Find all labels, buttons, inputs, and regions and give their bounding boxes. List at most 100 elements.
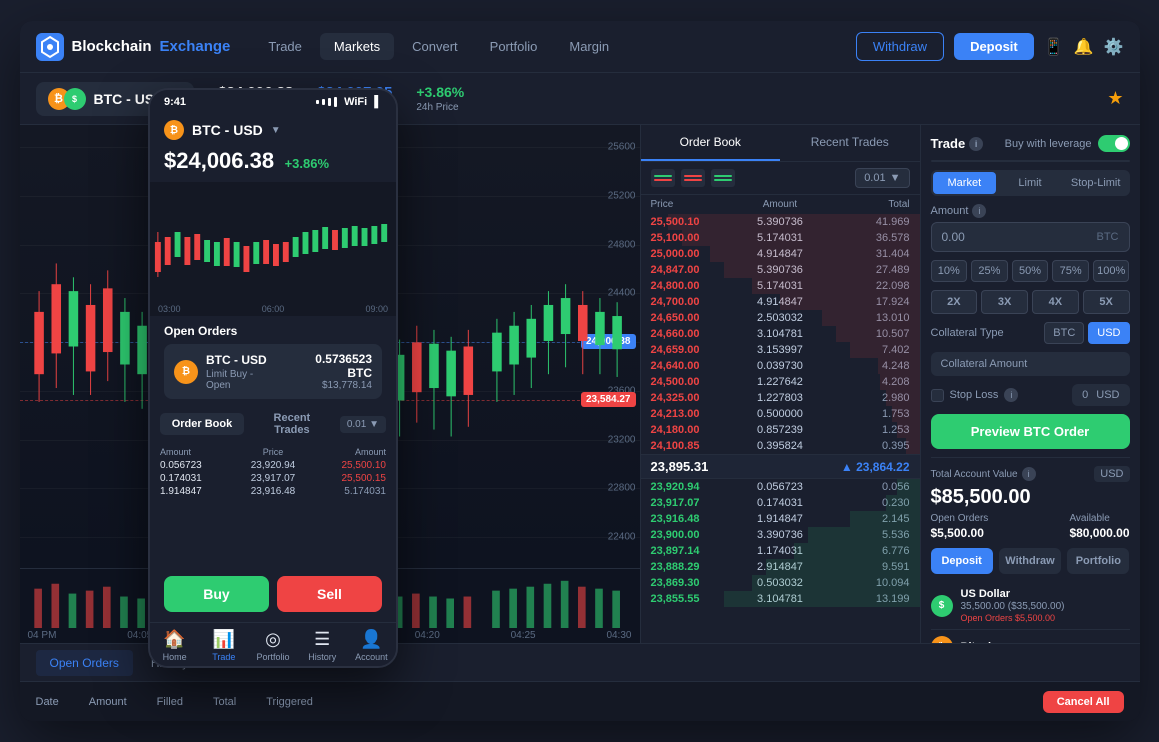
ask-row-7[interactable]: 24,650.00 2.503032 13.010: [641, 310, 920, 326]
bid-row-3[interactable]: 23,916.48 1.914847 2.145: [641, 511, 920, 527]
mobile-ob-header: Amount Price Amount: [160, 445, 386, 459]
account-label: Total Account Value: [931, 469, 1018, 480]
ob-rows: 25,500.10 5.390736 41.969 25,100.00 5.17…: [641, 214, 920, 643]
ask-row-14[interactable]: 24,180.00 0.857239 1.253: [641, 422, 920, 438]
preview-order-button[interactable]: Preview BTC Order: [931, 414, 1130, 449]
ask-row-4[interactable]: 24,847.00 5.390736 27.489: [641, 262, 920, 278]
stop-loss-value-box[interactable]: 0 USD: [1072, 384, 1129, 406]
settings-icon[interactable]: ⚙️: [1104, 37, 1124, 57]
pct-10[interactable]: 10%: [931, 260, 968, 282]
pct-100[interactable]: 100%: [1093, 260, 1130, 282]
nav-convert[interactable]: Convert: [398, 33, 472, 60]
filter-both[interactable]: [651, 169, 675, 187]
filter-buy[interactable]: [711, 169, 735, 187]
ask-row-15[interactable]: 24,100.85 0.395824 0.395: [641, 438, 920, 454]
tab-open-orders[interactable]: Open Orders: [36, 650, 133, 676]
stop-loss-checkbox[interactable]: [931, 389, 944, 402]
ask-row-5[interactable]: 24,800.00 5.174031 22.098: [641, 278, 920, 294]
ask-row-2[interactable]: 25,100.00 5.174031 36.578: [641, 230, 920, 246]
tab-recent-trades[interactable]: Recent Trades: [780, 125, 920, 161]
nav-trade[interactable]: Trade: [254, 33, 315, 60]
pct-25[interactable]: 25%: [971, 260, 1008, 282]
leverage-switch[interactable]: [1098, 135, 1130, 152]
mobile-nav-portfolio[interactable]: ◎ Portfolio: [248, 629, 297, 662]
ask-row-12[interactable]: 24,325.00 1.227803 2.980: [641, 390, 920, 406]
ob-col-amount: Amount: [737, 199, 823, 210]
filter-sell[interactable]: [681, 169, 705, 187]
collateral-label: Collateral Type: [931, 327, 1004, 339]
order-type-limit[interactable]: Limit: [998, 172, 1062, 194]
favorite-icon[interactable]: ★: [1107, 88, 1123, 109]
bid-row-7[interactable]: 23,869.30 0.503032 10.094: [641, 575, 920, 591]
buy-tab[interactable]: Buy: [932, 161, 1031, 162]
col-filled: Filled: [157, 696, 183, 708]
portfolio-action-btn[interactable]: Portfolio: [1067, 548, 1129, 574]
asset-btc-row: ₿ Bitcoin: [931, 630, 1130, 643]
nav-portfolio[interactable]: Portfolio: [476, 33, 552, 60]
mobile-nav-history[interactable]: ☰ History: [298, 629, 347, 662]
mobile-icon[interactable]: 📱: [1044, 37, 1064, 57]
deposit-button[interactable]: Deposit: [954, 33, 1034, 60]
bid-row-1[interactable]: 23,920.94 0.056723 0.056: [641, 479, 920, 495]
change-label: 24h Price: [416, 102, 464, 113]
mobile-ob-tab1[interactable]: Order Book: [160, 413, 244, 435]
pair-icons: ₿ $: [48, 88, 86, 110]
withdraw-action-btn[interactable]: Withdraw: [999, 548, 1061, 574]
account-value: $85,500.00: [931, 486, 1130, 509]
mult-5x[interactable]: 5X: [1083, 290, 1130, 314]
mobile-precision[interactable]: 0.01 ▼: [340, 416, 386, 433]
mult-2x[interactable]: 2X: [931, 290, 978, 314]
portfolio-icon: ◎: [265, 629, 281, 650]
bid-row-5[interactable]: 23,897.14 1.174031 6.776: [641, 543, 920, 559]
account-currency-selector[interactable]: USD: [1094, 466, 1129, 482]
sell-tab[interactable]: Sell: [1030, 161, 1129, 162]
nav-margin[interactable]: Margin: [555, 33, 623, 60]
coll-usd[interactable]: USD: [1088, 322, 1129, 344]
bell-icon[interactable]: 🔔: [1074, 37, 1094, 57]
account-section: Total Account Value i USD $85,500.00 Ope…: [931, 457, 1130, 643]
bid-row-4[interactable]: 23,900.00 3.390736 5.536: [641, 527, 920, 543]
ask-row-8[interactable]: 24,660.00 3.104781 10.507: [641, 326, 920, 342]
mobile-time-1: 03:00: [158, 304, 181, 314]
mobile-buy-button[interactable]: Buy: [164, 576, 269, 612]
mobile-nav-account[interactable]: 👤 Account: [347, 629, 396, 662]
bid-row-6[interactable]: 23,888.29 2.914847 9.591: [641, 559, 920, 575]
bid-row-8[interactable]: 23,855.55 3.104781 13.199: [641, 591, 920, 607]
ask-row-9[interactable]: 24,659.00 3.153997 7.402: [641, 342, 920, 358]
orders-columns: Date Amount Filled Total Triggered: [36, 696, 313, 708]
precision-selector[interactable]: 0.01 ▼: [855, 168, 909, 188]
collateral-amount-row: Collateral Amount: [931, 352, 1130, 376]
mult-4x[interactable]: 4X: [1032, 290, 1079, 314]
mobile-nav-home[interactable]: 🏠 Home: [150, 629, 199, 662]
mobile-btc-icon: ₿: [164, 120, 184, 140]
mobile-ob-tab2[interactable]: Recent Trades: [250, 407, 334, 441]
deposit-action-btn[interactable]: Deposit: [931, 548, 993, 574]
mobile-price: $24,006.38: [164, 148, 274, 173]
bid-row-2[interactable]: 23,917.07 0.174031 0.230: [641, 495, 920, 511]
pct-50[interactable]: 50%: [1012, 260, 1049, 282]
mult-3x[interactable]: 3X: [981, 290, 1028, 314]
ask-row-10[interactable]: 24,640.00 0.039730 4.248: [641, 358, 920, 374]
cancel-all-button[interactable]: Cancel All: [1043, 691, 1124, 713]
stop-loss-value: 0: [1082, 389, 1088, 401]
order-type-stop-limit[interactable]: Stop-Limit: [1064, 172, 1128, 194]
ask-row-6[interactable]: 24,700.00 4.914847 17.924: [641, 294, 920, 310]
amount-input[interactable]: 0.00 BTC: [931, 222, 1130, 252]
mobile-sell-button[interactable]: Sell: [277, 576, 382, 612]
ask-row-1[interactable]: 25,500.10 5.390736 41.969: [641, 214, 920, 230]
order-type-market[interactable]: Market: [933, 172, 997, 194]
ask-row-11[interactable]: 24,500.00 1.227642 4.208: [641, 374, 920, 390]
ask-row-3[interactable]: 25,000.00 4.914847 31.404: [641, 246, 920, 262]
withdraw-button[interactable]: Withdraw: [856, 32, 944, 61]
nav-markets[interactable]: Markets: [320, 33, 394, 60]
ask-row-13[interactable]: 24,213.00 0.500000 1.753: [641, 406, 920, 422]
header: Blockchain Exchange Trade Markets Conver…: [20, 21, 1140, 73]
ob-col-total: Total: [823, 199, 909, 210]
mobile-order-usd: $13,778.14: [288, 380, 372, 391]
coll-btc[interactable]: BTC: [1044, 322, 1084, 344]
pct-75[interactable]: 75%: [1052, 260, 1089, 282]
mobile-nav-trade[interactable]: 📊 Trade: [199, 629, 248, 662]
mobile-order-btc: 0.5736523 BTC: [288, 352, 372, 380]
home-icon: 🏠: [163, 629, 185, 650]
tab-order-book[interactable]: Order Book: [641, 125, 781, 161]
